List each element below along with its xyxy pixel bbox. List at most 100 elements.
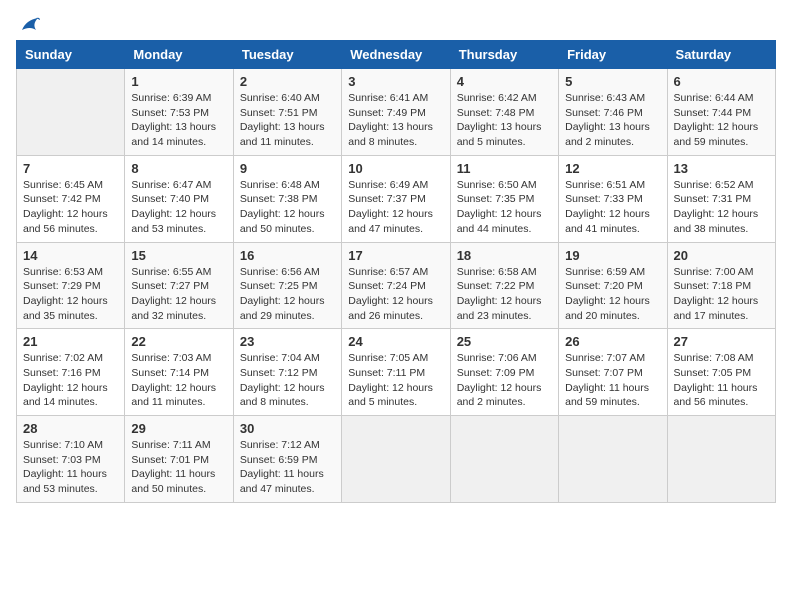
- day-number: 1: [131, 74, 226, 89]
- day-info: Sunrise: 6:43 AM Sunset: 7:46 PM Dayligh…: [565, 91, 660, 150]
- calendar-cell: 30Sunrise: 7:12 AM Sunset: 6:59 PM Dayli…: [233, 416, 341, 503]
- calendar-cell: 17 Sunrise: 6:57 AM Sunset: 7:24 PM Dayli…: [342, 242, 450, 329]
- calendar-cell: 1 Sunrise: 6:39 AM Sunset: 7:53 PM Daylig…: [125, 69, 233, 156]
- weekday-header-monday: Monday: [125, 41, 233, 69]
- day-number: 4: [457, 74, 552, 89]
- calendar-cell: 10 Sunrise: 6:49 AM Sunset: 7:37 PM Dayli…: [342, 155, 450, 242]
- calendar-cell: 11 Sunrise: 6:50 AM Sunset: 7:35 PM Dayli…: [450, 155, 558, 242]
- day-info: Sunrise: 6:57 AM Sunset: 7:24 PM Dayligh…: [348, 265, 443, 324]
- day-number: 28: [23, 421, 118, 436]
- day-info: Sunrise: 7:11 AM Sunset: 7:01 PM Dayligh…: [131, 438, 226, 497]
- day-number: 29: [131, 421, 226, 436]
- weekday-header-thursday: Thursday: [450, 41, 558, 69]
- calendar-cell: 15 Sunrise: 6:55 AM Sunset: 7:27 PM Dayli…: [125, 242, 233, 329]
- calendar-cell: 5 Sunrise: 6:43 AM Sunset: 7:46 PM Daylig…: [559, 69, 667, 156]
- calendar-week-row: 7Sunrise: 6:45 AM Sunset: 7:42 PM Daylig…: [17, 155, 776, 242]
- day-info: Sunrise: 7:08 AM Sunset: 7:05 PM Dayligh…: [674, 351, 769, 410]
- day-number: 25: [457, 334, 552, 349]
- day-info: Sunrise: 7:06 AM Sunset: 7:09 PM Dayligh…: [457, 351, 552, 410]
- day-number: 5: [565, 74, 660, 89]
- day-info: Sunrise: 6:47 AM Sunset: 7:40 PM Dayligh…: [131, 178, 226, 237]
- day-info: Sunrise: 6:50 AM Sunset: 7:35 PM Dayligh…: [457, 178, 552, 237]
- day-number: 9: [240, 161, 335, 176]
- day-info: Sunrise: 6:55 AM Sunset: 7:27 PM Dayligh…: [131, 265, 226, 324]
- logo: [16, 16, 40, 30]
- day-info: Sunrise: 7:04 AM Sunset: 7:12 PM Dayligh…: [240, 351, 335, 410]
- calendar-cell: 19 Sunrise: 6:59 AM Sunset: 7:20 PM Dayli…: [559, 242, 667, 329]
- day-info: Sunrise: 6:48 AM Sunset: 7:38 PM Dayligh…: [240, 178, 335, 237]
- day-info: Sunrise: 7:12 AM Sunset: 6:59 PM Dayligh…: [240, 438, 335, 497]
- calendar-cell: 4 Sunrise: 6:42 AM Sunset: 7:48 PM Daylig…: [450, 69, 558, 156]
- calendar-cell: 24 Sunrise: 7:05 AM Sunset: 7:11 PM Dayli…: [342, 329, 450, 416]
- calendar-cell: 2Sunrise: 6:40 AM Sunset: 7:51 PM Daylig…: [233, 69, 341, 156]
- calendar-cell: 8Sunrise: 6:47 AM Sunset: 7:40 PM Daylig…: [125, 155, 233, 242]
- calendar-week-row: 1 Sunrise: 6:39 AM Sunset: 7:53 PM Daylig…: [17, 69, 776, 156]
- day-info: Sunrise: 6:42 AM Sunset: 7:48 PM Dayligh…: [457, 91, 552, 150]
- calendar-cell: [559, 416, 667, 503]
- day-info: Sunrise: 6:52 AM Sunset: 7:31 PM Dayligh…: [674, 178, 769, 237]
- day-number: 12: [565, 161, 660, 176]
- day-info: Sunrise: 6:49 AM Sunset: 7:37 PM Dayligh…: [348, 178, 443, 237]
- day-info: Sunrise: 6:41 AM Sunset: 7:49 PM Dayligh…: [348, 91, 443, 150]
- calendar-cell: [450, 416, 558, 503]
- calendar-cell: 29 Sunrise: 7:11 AM Sunset: 7:01 PM Dayli…: [125, 416, 233, 503]
- calendar-cell: 3 Sunrise: 6:41 AM Sunset: 7:49 PM Daylig…: [342, 69, 450, 156]
- day-number: 10: [348, 161, 443, 176]
- day-number: 13: [674, 161, 769, 176]
- day-number: 21: [23, 334, 118, 349]
- day-number: 11: [457, 161, 552, 176]
- day-info: Sunrise: 6:39 AM Sunset: 7:53 PM Dayligh…: [131, 91, 226, 150]
- calendar-cell: [667, 416, 775, 503]
- calendar-week-row: 14 Sunrise: 6:53 AM Sunset: 7:29 PM Dayli…: [17, 242, 776, 329]
- calendar-cell: 26 Sunrise: 7:07 AM Sunset: 7:07 PM Dayli…: [559, 329, 667, 416]
- page-header: [16, 16, 776, 30]
- day-number: 15: [131, 248, 226, 263]
- day-number: 19: [565, 248, 660, 263]
- weekday-header-sunday: Sunday: [17, 41, 125, 69]
- day-info: Sunrise: 6:51 AM Sunset: 7:33 PM Dayligh…: [565, 178, 660, 237]
- day-number: 17: [348, 248, 443, 263]
- calendar-cell: 28 Sunrise: 7:10 AM Sunset: 7:03 PM Dayli…: [17, 416, 125, 503]
- day-number: 22: [131, 334, 226, 349]
- day-info: Sunrise: 6:59 AM Sunset: 7:20 PM Dayligh…: [565, 265, 660, 324]
- calendar-cell: 6 Sunrise: 6:44 AM Sunset: 7:44 PM Daylig…: [667, 69, 775, 156]
- calendar-cell: 25 Sunrise: 7:06 AM Sunset: 7:09 PM Dayli…: [450, 329, 558, 416]
- day-info: Sunrise: 7:07 AM Sunset: 7:07 PM Dayligh…: [565, 351, 660, 410]
- day-info: Sunrise: 6:58 AM Sunset: 7:22 PM Dayligh…: [457, 265, 552, 324]
- calendar-week-row: 21 Sunrise: 7:02 AM Sunset: 7:16 PM Dayli…: [17, 329, 776, 416]
- calendar-cell: 23 Sunrise: 7:04 AM Sunset: 7:12 PM Dayli…: [233, 329, 341, 416]
- day-number: 3: [348, 74, 443, 89]
- calendar-cell: 22Sunrise: 7:03 AM Sunset: 7:14 PM Dayli…: [125, 329, 233, 416]
- weekday-header-saturday: Saturday: [667, 41, 775, 69]
- day-info: Sunrise: 7:02 AM Sunset: 7:16 PM Dayligh…: [23, 351, 118, 410]
- day-info: Sunrise: 7:10 AM Sunset: 7:03 PM Dayligh…: [23, 438, 118, 497]
- day-number: 26: [565, 334, 660, 349]
- day-number: 18: [457, 248, 552, 263]
- day-number: 23: [240, 334, 335, 349]
- day-number: 14: [23, 248, 118, 263]
- day-number: 6: [674, 74, 769, 89]
- day-number: 27: [674, 334, 769, 349]
- day-info: Sunrise: 6:44 AM Sunset: 7:44 PM Dayligh…: [674, 91, 769, 150]
- calendar-table: SundayMondayTuesdayWednesdayThursdayFrid…: [16, 40, 776, 503]
- calendar-cell: 9 Sunrise: 6:48 AM Sunset: 7:38 PM Daylig…: [233, 155, 341, 242]
- day-number: 24: [348, 334, 443, 349]
- weekday-header-friday: Friday: [559, 41, 667, 69]
- weekday-header-tuesday: Tuesday: [233, 41, 341, 69]
- calendar-week-row: 28 Sunrise: 7:10 AM Sunset: 7:03 PM Dayli…: [17, 416, 776, 503]
- calendar-cell: 13 Sunrise: 6:52 AM Sunset: 7:31 PM Dayli…: [667, 155, 775, 242]
- weekday-header-wednesday: Wednesday: [342, 41, 450, 69]
- calendar-cell: [342, 416, 450, 503]
- day-info: Sunrise: 6:53 AM Sunset: 7:29 PM Dayligh…: [23, 265, 118, 324]
- calendar-cell: 18 Sunrise: 6:58 AM Sunset: 7:22 PM Dayli…: [450, 242, 558, 329]
- day-number: 20: [674, 248, 769, 263]
- day-number: 16: [240, 248, 335, 263]
- calendar-cell: 21 Sunrise: 7:02 AM Sunset: 7:16 PM Dayli…: [17, 329, 125, 416]
- calendar-cell: 16Sunrise: 6:56 AM Sunset: 7:25 PM Dayli…: [233, 242, 341, 329]
- day-info: Sunrise: 7:05 AM Sunset: 7:11 PM Dayligh…: [348, 351, 443, 410]
- calendar-cell: 27 Sunrise: 7:08 AM Sunset: 7:05 PM Dayli…: [667, 329, 775, 416]
- calendar-cell: 14 Sunrise: 6:53 AM Sunset: 7:29 PM Dayli…: [17, 242, 125, 329]
- calendar-cell: 12 Sunrise: 6:51 AM Sunset: 7:33 PM Dayli…: [559, 155, 667, 242]
- calendar-cell: 7Sunrise: 6:45 AM Sunset: 7:42 PM Daylig…: [17, 155, 125, 242]
- calendar-cell: [17, 69, 125, 156]
